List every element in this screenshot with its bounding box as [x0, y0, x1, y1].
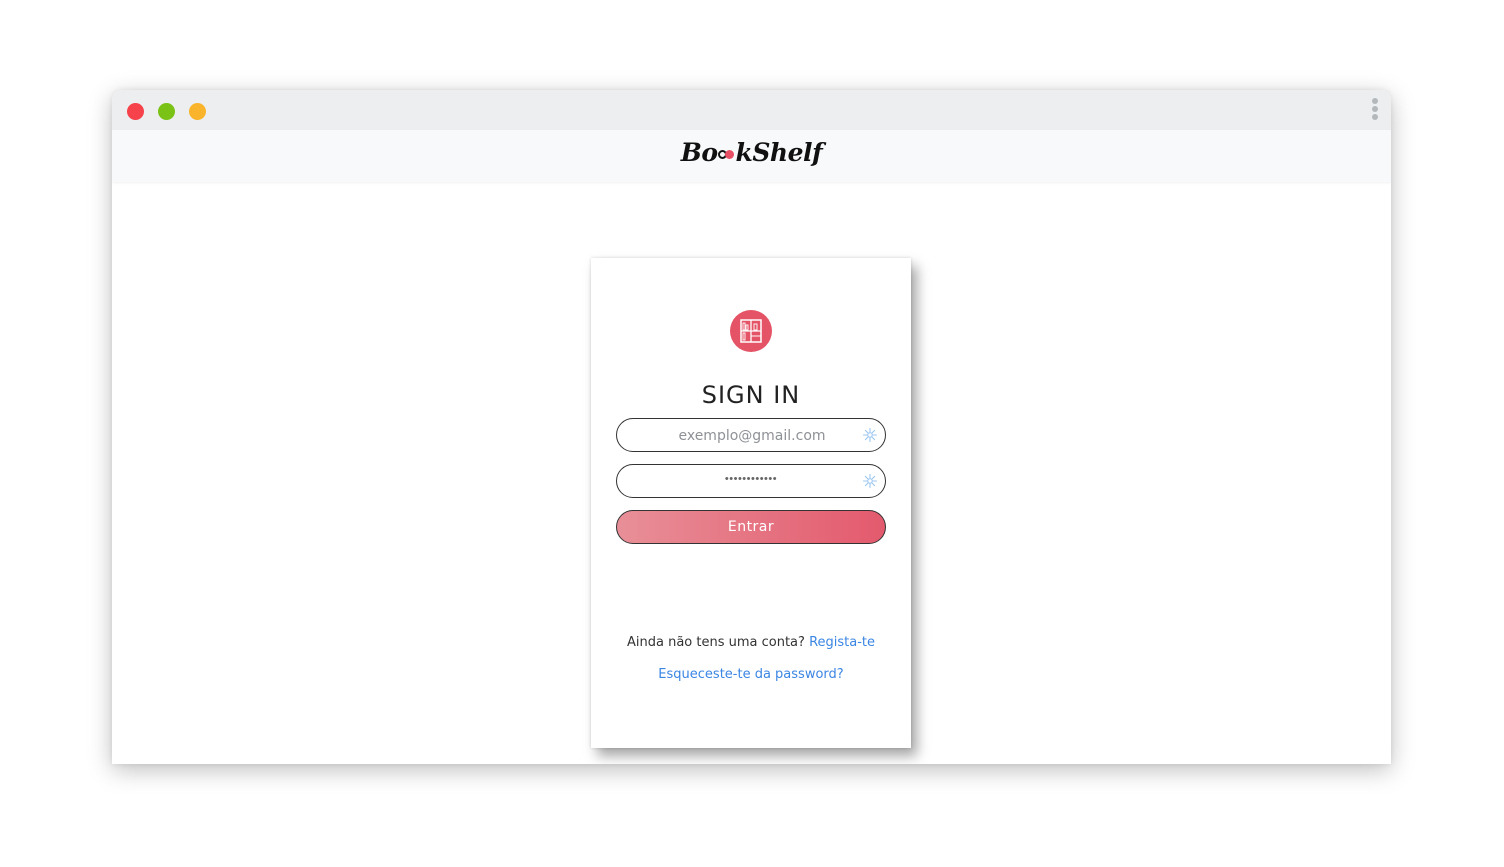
signin-title: SIGN IN — [701, 381, 801, 409]
browser-window: Bo kShelf SIGN IN exemplo@gmail.com ••••… — [112, 90, 1391, 764]
brand-logo[interactable]: Bo kShelf — [112, 138, 1391, 167]
forgot-password-row: Esqueceste-te da password? — [591, 667, 911, 682]
forgot-password-link[interactable]: Esqueceste-te da password? — [658, 667, 843, 682]
sparkle-icon — [862, 473, 878, 489]
signin-submit-button[interactable]: Entrar — [616, 510, 886, 544]
sparkle-icon — [862, 427, 878, 443]
signup-link[interactable]: Regista-te — [809, 635, 875, 650]
brand-suffix: kShelf — [735, 138, 823, 167]
email-input[interactable] — [637, 419, 867, 453]
brand-prefix: Bo — [680, 138, 718, 167]
signin-card: SIGN IN •••••••••••• — [591, 258, 911, 748]
close-window-button[interactable] — [127, 103, 144, 120]
maximize-window-button[interactable] — [158, 103, 175, 120]
bookshelf-icon — [730, 310, 772, 352]
email-field[interactable] — [616, 418, 886, 453]
app-header: Bo kShelf — [112, 130, 1391, 182]
minimize-window-button[interactable] — [189, 103, 206, 120]
window-titlebar — [112, 90, 1391, 130]
brand-o-mark — [717, 145, 736, 163]
password-masked-value: •••••••••••• — [724, 473, 778, 485]
kebab-menu-icon[interactable] — [1371, 98, 1379, 124]
signup-prompt: Ainda não tens uma conta? Regista-te — [591, 635, 911, 650]
signup-prompt-text: Ainda não tens uma conta? — [626, 635, 805, 650]
password-field[interactable]: •••••••••••• — [616, 464, 886, 498]
